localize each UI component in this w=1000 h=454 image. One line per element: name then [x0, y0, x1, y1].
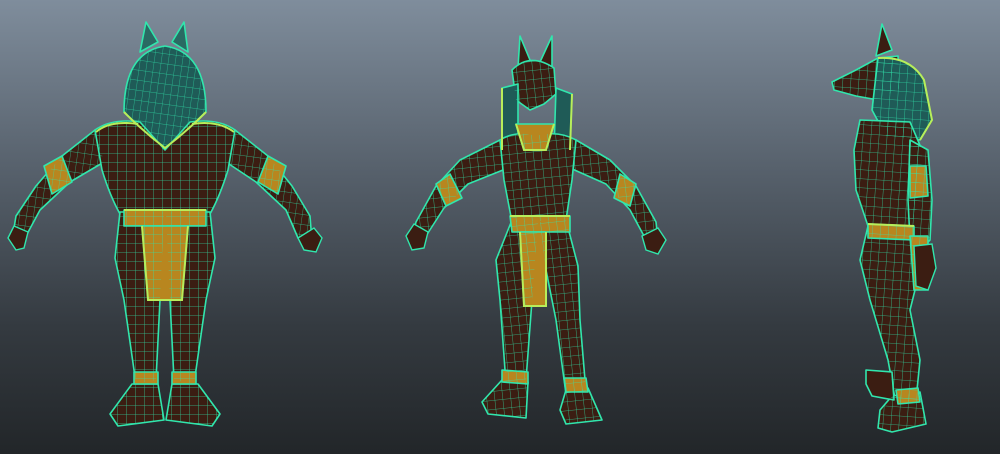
anubis-front-wireframe-icon — [7, 21, 323, 427]
side-view-model[interactable] — [760, 0, 1000, 454]
front-view-model[interactable] — [0, 0, 330, 454]
3d-viewport[interactable] — [0, 0, 1000, 454]
perspective-view-model[interactable] — [340, 0, 670, 454]
anubis-side-wireframe-icon — [831, 23, 937, 433]
anubis-perspective-wireframe-icon — [405, 35, 667, 425]
